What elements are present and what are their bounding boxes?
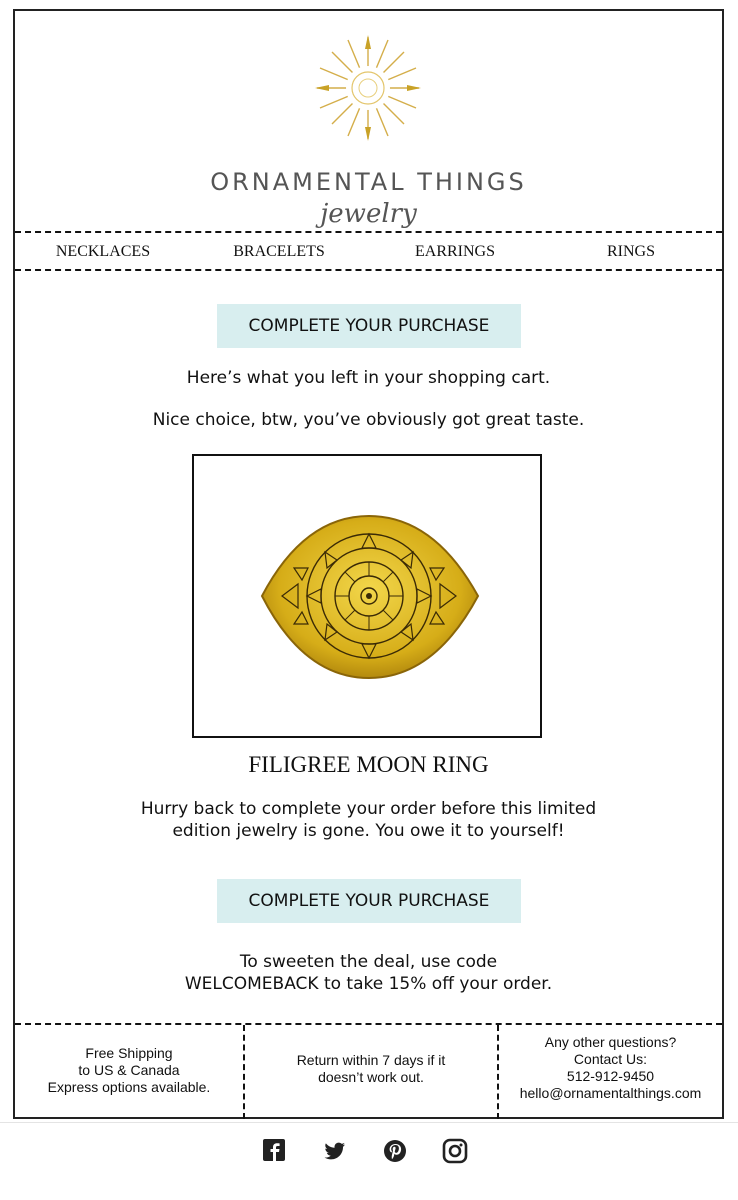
facebook-icon[interactable]: [262, 1138, 288, 1164]
footer: Free Shipping to US & Canada Express opt…: [15, 1023, 722, 1119]
nav-bracelets[interactable]: BRACELETS: [191, 243, 367, 261]
complete-purchase-button-bottom[interactable]: COMPLETE YOUR PURCHASE: [217, 879, 521, 923]
brand-subtitle: jewelry: [320, 199, 417, 229]
footer-divider: [0, 1122, 738, 1123]
pinterest-icon[interactable]: [382, 1138, 408, 1164]
intro-line-2: Nice choice, btw, you’ve obviously got g…: [152, 410, 585, 430]
promo-line-2: WELCOMEBACK to take 15% off your order.: [184, 974, 553, 994]
category-nav: NECKLACES BRACELETS EARRINGS RINGS: [15, 231, 722, 271]
instagram-icon[interactable]: [442, 1138, 468, 1164]
email-frame: ORNAMENTAL THINGS jewelry NECKLACES BRAC…: [13, 9, 724, 1119]
nav-necklaces[interactable]: NECKLACES: [15, 243, 191, 261]
brand-logo[interactable]: ORNAMENTAL THINGS jewelry: [15, 31, 722, 231]
promo-line-1: To sweeten the deal, use code: [239, 952, 498, 972]
social-links: [0, 1138, 738, 1168]
contact-email[interactable]: hello@ornamentalthings.com: [499, 1085, 722, 1102]
shipping-line-3: Express options available.: [47, 1079, 211, 1095]
contact-line-1: Any other questions?: [544, 1034, 677, 1050]
nav-earrings[interactable]: EARRINGS: [367, 243, 543, 261]
sunburst-logo-icon: [315, 35, 421, 141]
nav-rings[interactable]: RINGS: [543, 243, 719, 261]
shipping-line-1: Free Shipping: [85, 1045, 173, 1061]
footer-shipping: Free Shipping to US & Canada Express opt…: [15, 1025, 245, 1119]
hurry-line-2: edition jewelry is gone. You owe it to y…: [172, 821, 565, 841]
contact-line-2: Contact Us:: [573, 1051, 648, 1067]
filigree-ring-icon: [260, 514, 480, 680]
complete-purchase-button-top[interactable]: COMPLETE YOUR PURCHASE: [217, 304, 521, 348]
product-image[interactable]: [192, 454, 542, 738]
returns-line-2: doesn’t work out.: [318, 1069, 424, 1085]
footer-returns: Return within 7 days if it doesn’t work …: [245, 1025, 499, 1119]
footer-contact: Any other questions? Contact Us: 512-912…: [499, 1025, 722, 1119]
contact-phone[interactable]: 512-912-9450: [499, 1068, 722, 1085]
twitter-icon[interactable]: [322, 1138, 348, 1164]
hurry-line-1: Hurry back to complete your order before…: [140, 799, 597, 819]
intro-line-1: Here’s what you left in your shopping ca…: [186, 368, 551, 388]
returns-line-1: Return within 7 days if it: [296, 1052, 446, 1068]
product-name[interactable]: FILIGREE MOON RING: [15, 752, 722, 778]
shipping-line-2: to US & Canada: [78, 1062, 180, 1078]
brand-name: ORNAMENTAL THINGS: [210, 168, 527, 196]
